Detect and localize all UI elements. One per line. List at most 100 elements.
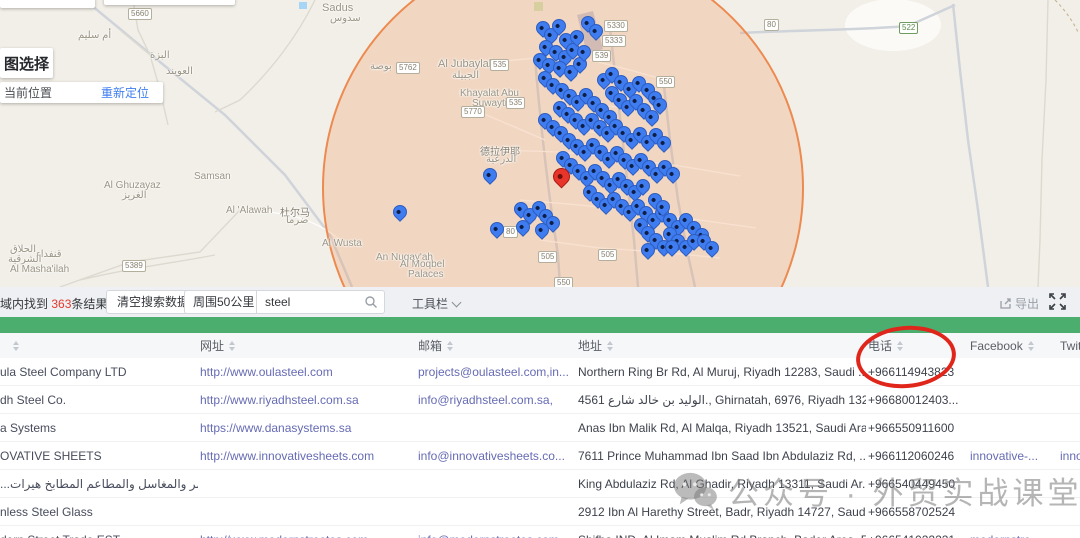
table-header-row: 网址邮箱 地址 电话 FacebookTwitt bbox=[0, 333, 1080, 359]
company-name-cell: ...‎هيرات ‎المطابخ ‎والمطاعم ‎والمغاسل ‎… bbox=[0, 477, 198, 491]
table-body: ula Steel Company LTDhttp://www.oulastee… bbox=[0, 358, 1080, 538]
email-link[interactable]: info@innovativesheets.co... bbox=[416, 449, 576, 463]
sort-icon[interactable] bbox=[229, 341, 235, 351]
column-header-电话[interactable]: 电话 bbox=[866, 337, 968, 354]
export-icon bbox=[999, 297, 1012, 310]
phone-cell: +966541022221 bbox=[866, 533, 968, 538]
map-label: البزة bbox=[150, 50, 170, 61]
company-name-cell: a Systems bbox=[0, 421, 198, 435]
column-header-Twitt[interactable]: Twitt bbox=[1058, 339, 1080, 353]
column-header-网址[interactable]: 网址 bbox=[198, 337, 416, 354]
map-label: بوصة bbox=[370, 61, 392, 72]
sort-icon[interactable] bbox=[13, 341, 19, 351]
fullscreen-button[interactable] bbox=[1049, 293, 1066, 313]
phone-cell: +966112060246 bbox=[866, 449, 968, 463]
road-shield: 5389 bbox=[122, 260, 146, 272]
search-icon[interactable] bbox=[364, 295, 378, 309]
sort-icon[interactable] bbox=[1028, 341, 1034, 351]
road-shield: 5333 bbox=[602, 35, 626, 47]
map-label: Al Jubaylah bbox=[438, 58, 495, 70]
map-select-label: 图选择 bbox=[4, 53, 49, 74]
map-label: Al Masha'ilah bbox=[10, 264, 69, 275]
website-link[interactable]: http://www.innovativesheets.com bbox=[198, 449, 416, 463]
road-shield: 550 bbox=[656, 76, 675, 88]
map-label: العويند bbox=[166, 66, 193, 77]
facebook-link[interactable]: innovative-... bbox=[968, 449, 1058, 463]
map-select-button[interactable]: 图选择 bbox=[0, 48, 53, 78]
relocate-button[interactable]: 重新定位 bbox=[101, 84, 149, 101]
table-row[interactable]: nless Steel Glass 2912 Ibn Al Harethy Str… bbox=[0, 498, 1080, 526]
results-count: 363 bbox=[51, 297, 71, 311]
map-label: Al Wusta bbox=[322, 238, 362, 249]
search-input[interactable] bbox=[257, 295, 364, 309]
road-shield: 5660 bbox=[128, 8, 152, 20]
sort-icon[interactable] bbox=[607, 341, 613, 351]
email-link[interactable]: projects@oulasteel.com,in... bbox=[416, 365, 576, 379]
address-cell: 2912 Ibn Al Harethy Street, Badr, Riyadh… bbox=[576, 505, 866, 519]
website-link[interactable]: https://www.danasystems.sa bbox=[198, 421, 416, 435]
website-link[interactable]: http://www.oulasteel.com bbox=[198, 365, 416, 379]
road-shield: 5762 bbox=[396, 62, 420, 74]
radius-dropdown[interactable]: 周围50公里 bbox=[184, 290, 257, 314]
tools-menu-button[interactable]: 工具栏 bbox=[412, 295, 460, 312]
address-cell: 4561 ‎شارع ‎خالد ‎بن ‎الوليد., Ghirnatah… bbox=[576, 393, 866, 407]
export-button[interactable]: 导出 bbox=[999, 295, 1039, 312]
email-link[interactable]: info@modernstreetes.com... bbox=[416, 533, 576, 538]
company-name-cell: dh Steel Co. bbox=[0, 393, 198, 407]
column-header-label: 地址 bbox=[578, 337, 602, 354]
phone-cell: +966558702524 bbox=[866, 505, 968, 519]
company-name-cell: OVATIVE SHEETS bbox=[0, 449, 198, 463]
website-link[interactable]: http://www.riyadhsteel.com.sa bbox=[198, 393, 416, 407]
facebook-link[interactable]: modernstre... bbox=[968, 533, 1058, 538]
table-row[interactable]: OVATIVE SHEETShttp://www.innovativesheet… bbox=[0, 442, 1080, 470]
company-name-cell: dern Street Trade EST bbox=[0, 533, 198, 538]
table-row[interactable]: a Systemshttps://www.danasystems.saAnas … bbox=[0, 414, 1080, 442]
road-shield: 5330 bbox=[604, 20, 628, 32]
map-label: Samsan bbox=[194, 171, 231, 182]
current-location-label: 当前位置 bbox=[4, 84, 52, 101]
table-row[interactable]: ula Steel Company LTDhttp://www.oulastee… bbox=[0, 358, 1080, 386]
table-row[interactable]: ...‎هيرات ‎المطابخ ‎والمطاعم ‎والمغاسل ‎… bbox=[0, 470, 1080, 498]
map-label: أم سليم bbox=[78, 30, 111, 41]
phone-cell: +966114943823 bbox=[866, 365, 968, 379]
phone-cell: +966540449450 bbox=[866, 477, 968, 491]
map-label: ضرما bbox=[286, 215, 308, 226]
map-label: Al 'Alawah bbox=[226, 205, 272, 216]
road-shield: 550 bbox=[554, 277, 573, 287]
company-name-cell: ula Steel Company LTD bbox=[0, 365, 198, 379]
column-header-邮箱[interactable]: 邮箱 bbox=[416, 337, 576, 354]
road-shield: 522 bbox=[899, 22, 918, 34]
table-row[interactable]: dern Street Trade ESThttp://www.modernst… bbox=[0, 526, 1080, 538]
column-header-Facebook[interactable]: Facebook bbox=[968, 339, 1058, 353]
email-link[interactable]: info@riyadhsteel.com.sa, bbox=[416, 393, 576, 407]
twitter-link[interactable]: inno... bbox=[1058, 449, 1080, 463]
address-cell: Northern Ring Br Rd, Al Muruj, Riyadh 12… bbox=[576, 365, 866, 379]
map-label: الدرعية bbox=[486, 154, 516, 165]
website-link[interactable]: http://www.modernstreetes.com bbox=[198, 533, 416, 538]
road-shield: 535 bbox=[506, 97, 525, 109]
search-box bbox=[256, 290, 385, 314]
road-shield: 505 bbox=[598, 249, 617, 261]
column-header-label: 电话 bbox=[868, 337, 892, 354]
map-control-panel-cut bbox=[0, 0, 95, 8]
chevron-down-icon bbox=[452, 298, 462, 308]
sort-icon[interactable] bbox=[897, 341, 903, 351]
column-header-name[interactable] bbox=[0, 341, 198, 351]
address-cell: King Abdulaziz Rd, Al Ghadir, Riyadh 133… bbox=[576, 477, 866, 491]
export-progress-bar bbox=[0, 317, 1080, 333]
phone-cell: +966550911600 bbox=[866, 421, 968, 435]
road-shield: 80 bbox=[764, 19, 779, 31]
table-row[interactable]: dh Steel Co.http://www.riyadhsteel.com.s… bbox=[0, 386, 1080, 414]
address-cell: Shifha IND, Al Imam Muslim Rd Branch, Ba… bbox=[576, 533, 866, 538]
road-shield: 535 bbox=[490, 59, 509, 71]
sort-icon[interactable] bbox=[447, 341, 453, 351]
fullscreen-icon bbox=[1049, 293, 1066, 310]
company-name-cell: nless Steel Glass bbox=[0, 505, 198, 519]
location-panel: 当前位置 重新定位 bbox=[0, 82, 163, 103]
map-canvas[interactable]: Sadusسدوسأم سليمالبزةالعويندAl Ghuzayazا… bbox=[0, 0, 1080, 287]
column-header-地址[interactable]: 地址 bbox=[576, 337, 866, 354]
phone-cell: +96680012403... bbox=[866, 393, 968, 407]
map-label: الغريز bbox=[122, 190, 146, 201]
road-shield: 5770 bbox=[461, 106, 485, 118]
column-header-label: 邮箱 bbox=[418, 337, 442, 354]
